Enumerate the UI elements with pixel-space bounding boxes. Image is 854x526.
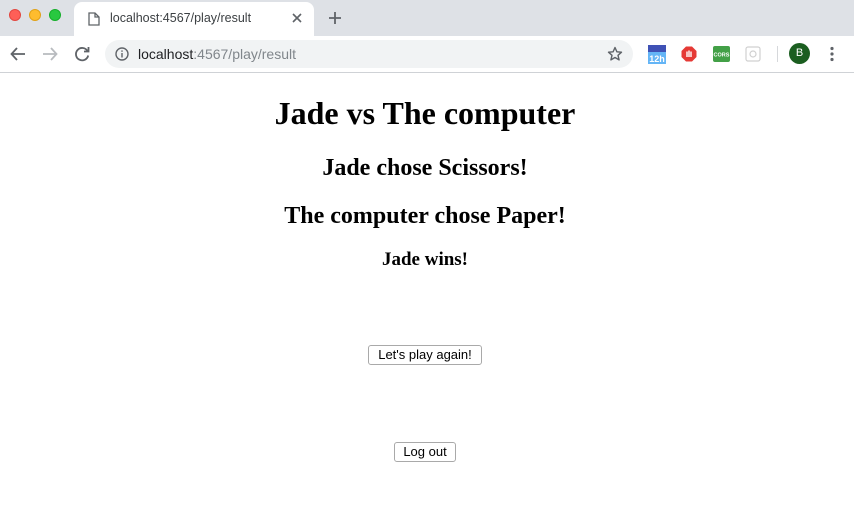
bookmark-star-icon[interactable] [607, 46, 623, 62]
back-arrow-icon[interactable] [9, 45, 27, 63]
svg-text:CORS: CORS [714, 53, 730, 59]
browser-toolbar: localhost:4567/play/result 12h CORS B [0, 36, 854, 73]
window-maximize-button[interactable] [49, 9, 61, 21]
game-result: Jade wins! [381, 249, 469, 270]
calendar-12h-extension-icon[interactable]: 12h [648, 45, 666, 65]
close-tab-icon[interactable] [291, 12, 303, 24]
cors-extension-icon[interactable]: CORS [713, 46, 730, 62]
computer-choice: The computer chose Paper! [284, 203, 566, 229]
page-content: Jade vs The computer Jade chose Scissors… [0, 73, 854, 526]
url-text[interactable]: localhost:4567/play/result [138, 46, 296, 62]
page-icon [88, 12, 100, 26]
tab-strip: localhost:4567/play/result [0, 0, 854, 36]
page-heading: Jade vs The computer [274, 95, 576, 131]
window-minimize-button[interactable] [29, 9, 41, 21]
adblock-extension-icon[interactable] [681, 46, 697, 62]
browser-tab[interactable]: localhost:4567/play/result [74, 2, 314, 36]
play-again-button[interactable]: Let's play again! [368, 345, 482, 365]
svg-text:12h: 12h [649, 54, 665, 64]
logout-button[interactable]: Log out [394, 442, 456, 462]
window-close-button[interactable] [9, 9, 21, 21]
profile-avatar[interactable]: B [789, 43, 810, 64]
info-icon[interactable] [115, 47, 129, 61]
new-tab-icon[interactable] [328, 11, 342, 25]
puzzle-extension-icon[interactable] [745, 46, 761, 62]
address-bar[interactable]: localhost:4567/play/result [105, 40, 633, 68]
url-host: localhost [138, 46, 194, 62]
reload-icon[interactable] [73, 45, 91, 63]
more-menu-icon[interactable] [829, 46, 835, 62]
player-choice: Jade chose Scissors! [322, 155, 528, 181]
tab-title: localhost:4567/play/result [110, 11, 252, 25]
url-path: :4567/play/result [193, 46, 296, 62]
toolbar-divider [777, 46, 778, 62]
forward-arrow-icon[interactable] [41, 45, 59, 63]
